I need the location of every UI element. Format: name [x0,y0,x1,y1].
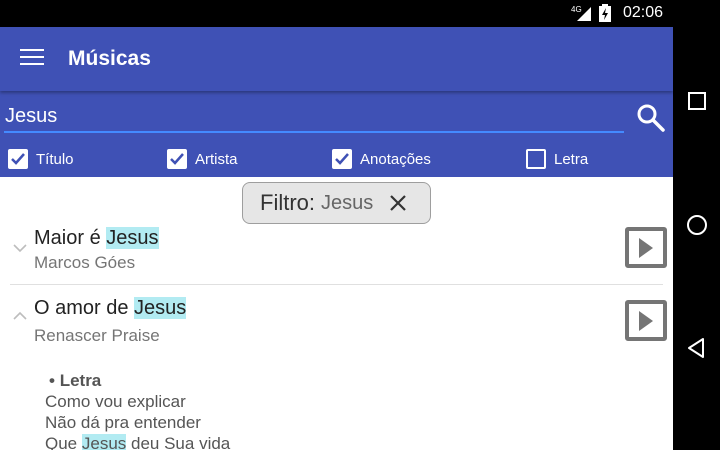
play-icon [639,238,653,258]
play-button[interactable] [625,300,667,341]
chip-value: Jesus [321,191,374,214]
svg-text:4G: 4G [571,5,582,14]
song-title: O amor de Jesus [34,297,187,319]
checkbox-checked-icon[interactable] [8,149,28,169]
song-list[interactable]: Filtro: Jesus Maior é Jesus Marcos Góes [0,177,673,450]
song-artist: Renascer Praise [34,326,160,345]
chip-label: Filtro: [260,190,315,215]
status-bar: 4G 02:06 [0,0,720,27]
search-panel: Título Artista Anotações Letra [0,91,673,177]
lyrics-heading: • Letra [49,371,102,390]
filter-titulo[interactable]: Título [8,148,74,170]
signal-4g-icon: 4G [571,5,591,21]
lyrics-line: Não dá pra entender [45,413,201,432]
filter-chip: Filtro: Jesus [242,182,431,224]
filter-letra[interactable]: Letra [526,148,588,170]
play-button[interactable] [625,227,667,268]
navigation-bar [673,27,720,450]
filter-label: Título [36,150,74,168]
song-title: Maior é Jesus [34,227,159,249]
battery-charging-icon [598,4,611,22]
filter-artista[interactable]: Artista [167,148,238,170]
chevron-down-icon[interactable] [12,243,28,253]
close-icon[interactable] [389,194,407,212]
app-content: Músicas Título Artista Anotaçõ [0,27,673,450]
page-title: Músicas [68,47,151,70]
lyrics-block: • Letra Como vou explicar Não dá pra ent… [45,370,230,450]
lyrics-line: Que Jesus deu Sua vida [45,433,230,450]
back-icon[interactable] [685,336,709,360]
lyrics-line: Como vou explicar [45,392,186,411]
filter-anotacoes[interactable]: Anotações [332,148,431,170]
search-icon [637,104,665,132]
checkbox-checked-icon[interactable] [332,149,352,169]
filter-label: Artista [195,150,238,168]
checkbox-checked-icon[interactable] [167,149,187,169]
home-icon[interactable] [685,213,709,237]
toolbar: Músicas [0,27,673,91]
checkbox-unchecked-icon[interactable] [526,149,546,169]
recents-icon[interactable] [685,89,709,113]
play-icon [639,311,653,331]
chevron-up-icon[interactable] [12,311,28,321]
search-button[interactable] [636,103,666,133]
menu-icon[interactable] [20,49,44,69]
status-time: 02:06 [622,4,663,21]
filter-label: Letra [554,150,589,168]
song-artist: Marcos Góes [34,253,136,272]
search-input[interactable] [4,101,624,133]
filter-label: Anotações [360,150,431,168]
